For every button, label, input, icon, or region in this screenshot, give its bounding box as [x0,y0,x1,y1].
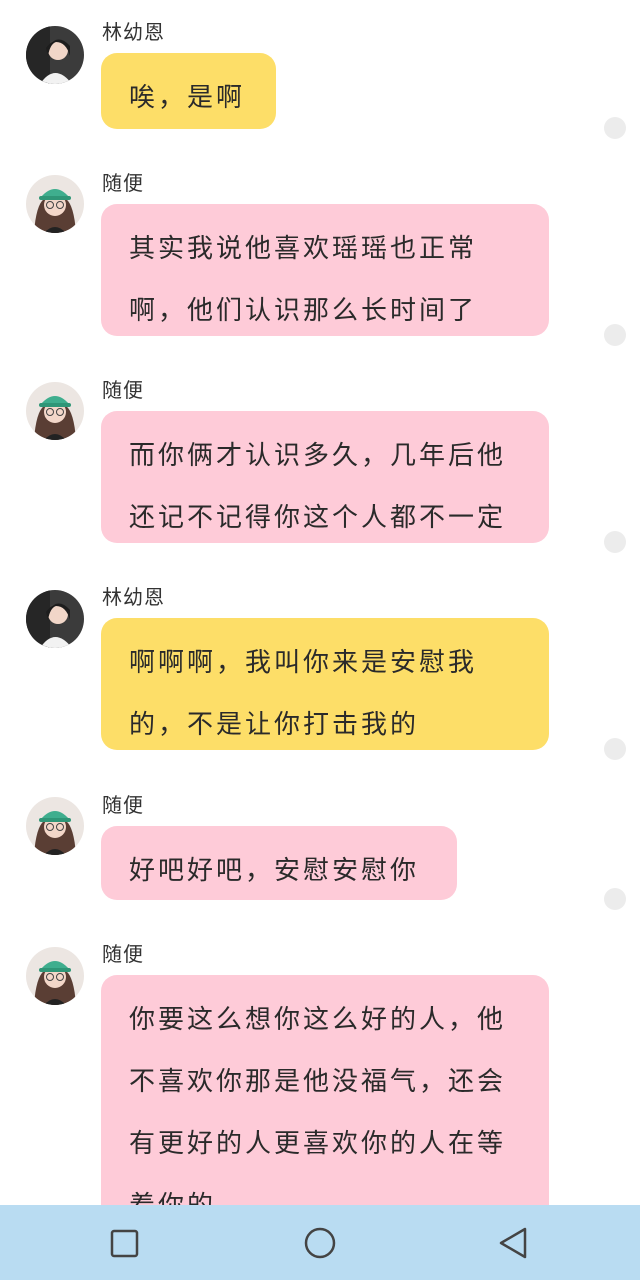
message-bubble[interactable]: 其实我说他喜欢瑶瑶也正常 啊，他们认识那么长时间了 [101,204,549,336]
chat-screen: 林幼恩 唉，是啊 随便 其实我说他喜欢瑶瑶也正常 啊，他们认识那么长时间了 随便… [0,0,640,1280]
recents-button[interactable] [100,1219,148,1267]
message-status-dot [604,324,626,346]
message-bubble[interactable]: 啊啊啊，我叫你来是安慰我 的，不是让你打击我的 [101,618,549,750]
sender-name: 随便 [102,942,144,966]
avatar-suibian[interactable] [26,175,84,233]
avatar-suibian[interactable] [26,797,84,855]
message-status-dot [604,117,626,139]
navigation-bar [0,1205,640,1280]
back-button[interactable] [490,1219,538,1267]
avatar-suibian[interactable] [26,947,84,1005]
sender-name: 林幼恩 [102,20,165,44]
sender-name: 随便 [102,378,144,402]
message-bubble[interactable]: 而你俩才认识多久，几年后他 还记不记得你这个人都不一定 [101,411,549,543]
circle-home-icon [304,1227,336,1259]
message-status-dot [604,738,626,760]
message-status-dot [604,888,626,910]
sender-name: 随便 [102,793,144,817]
triangle-back-icon [499,1227,527,1259]
avatar-suibian[interactable] [26,382,84,440]
avatar-linyouen[interactable] [26,26,84,84]
sender-name: 随便 [102,171,144,195]
message-bubble[interactable]: 好吧好吧，安慰安慰你 [101,826,457,900]
home-button[interactable] [296,1219,344,1267]
avatar-linyouen[interactable] [26,590,84,648]
message-bubble[interactable]: 唉，是啊 [101,53,276,129]
message-bubble[interactable]: 你要这么想你这么好的人，他 不喜欢你那是他没福气，还会 有更好的人更喜欢你的人在… [101,975,549,1235]
square-recents-icon [110,1229,139,1258]
sender-name: 林幼恩 [102,585,165,609]
message-status-dot [604,531,626,553]
